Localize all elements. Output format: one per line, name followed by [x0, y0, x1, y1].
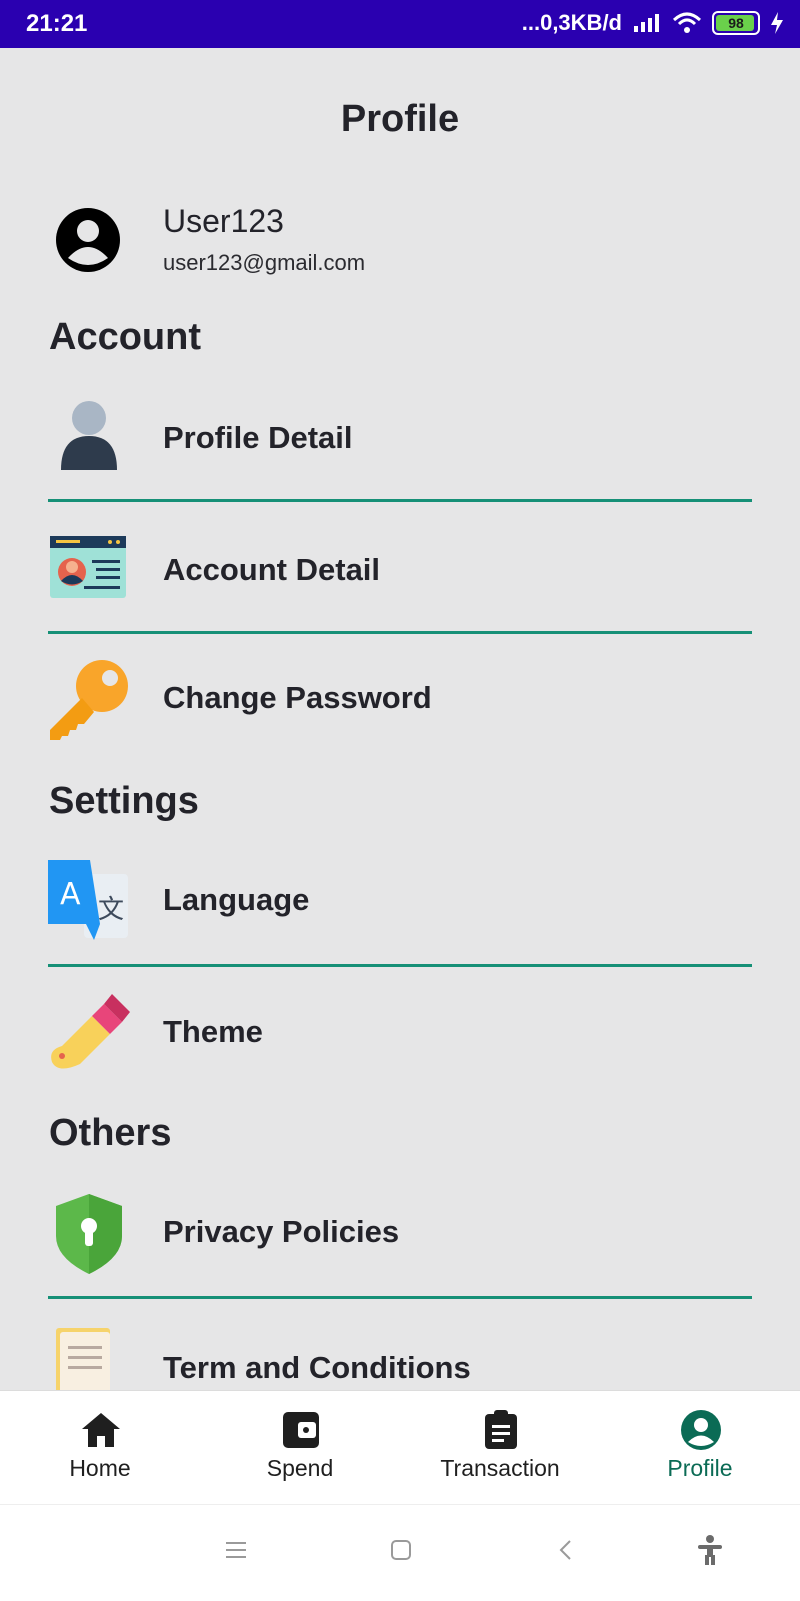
menu-change-password[interactable]: Change Password [48, 658, 752, 778]
nav-label: Transaction [440, 1455, 560, 1481]
user-name: User123 [163, 203, 284, 239]
divider [48, 964, 752, 967]
menu-icon[interactable] [224, 1539, 248, 1561]
menu-label: Profile Detail [163, 420, 353, 455]
user-avatar-icon[interactable] [54, 206, 122, 274]
battery-icon: 98 [712, 11, 760, 35]
menu-privacy-policies[interactable]: Privacy Policies [48, 1192, 752, 1312]
home-square-icon[interactable] [390, 1539, 412, 1561]
section-account: Account [49, 316, 201, 358]
divider [48, 1296, 752, 1299]
paintbrush-icon [51, 994, 130, 1069]
bottom-navigation: Home Spend Transaction Profile [0, 1390, 800, 1505]
nav-home[interactable]: Home [0, 1391, 200, 1505]
clipboard-icon [485, 1410, 517, 1449]
nav-spend[interactable]: Spend [200, 1391, 400, 1505]
status-bar: 21:21 ...0,3KB/d 98 [0, 0, 800, 48]
nav-profile[interactable]: Profile [600, 1391, 800, 1505]
back-icon[interactable] [558, 1539, 574, 1561]
person-icon [61, 401, 117, 470]
status-time: 21:21 [26, 10, 88, 37]
nav-label: Spend [266, 1455, 334, 1481]
menu-label: Language [163, 882, 310, 917]
account-circle-icon [681, 1410, 721, 1450]
nav-transaction[interactable]: Transaction [400, 1391, 600, 1505]
menu-terms-conditions[interactable]: Term and Conditions [48, 1324, 752, 1390]
menu-label: Privacy Policies [163, 1214, 400, 1249]
menu-label: Term and Conditions [163, 1350, 471, 1385]
menu-label: Change Password [163, 680, 432, 715]
svg-text:文: 文 [98, 895, 124, 925]
key-icon [50, 660, 128, 740]
nav-label: Home [69, 1455, 131, 1481]
menu-label: Account Detail [163, 552, 381, 587]
section-others: Others [49, 1112, 172, 1154]
wallet-icon [283, 1412, 319, 1448]
accessibility-icon[interactable] [696, 1535, 724, 1565]
svg-text:A: A [60, 877, 81, 912]
network-speed: ...0,3KB/d [521, 10, 622, 35]
section-settings: Settings [49, 780, 199, 822]
wifi-icon [672, 12, 702, 33]
charging-icon [771, 12, 783, 34]
battery-level: 98 [728, 15, 744, 31]
signal-icon [634, 14, 659, 32]
shield-icon [56, 1194, 122, 1274]
home-icon [82, 1413, 120, 1447]
document-icon [56, 1328, 110, 1390]
menu-account-detail[interactable]: Account Detail [48, 534, 752, 654]
nav-label: Profile [667, 1455, 733, 1481]
page-title: Profile [340, 98, 460, 140]
divider [48, 499, 752, 502]
translate-icon: A 文 [48, 860, 128, 940]
menu-label: Theme [163, 1014, 263, 1049]
id-card-icon [50, 536, 126, 598]
status-right: ...0,3KB/d 98 [522, 10, 784, 36]
user-email: user123@gmail.com [163, 250, 366, 275]
menu-language[interactable]: A 文 Language [48, 858, 752, 978]
menu-theme[interactable]: Theme [48, 990, 752, 1110]
divider [48, 631, 752, 634]
system-nav-bar [0, 1504, 800, 1601]
